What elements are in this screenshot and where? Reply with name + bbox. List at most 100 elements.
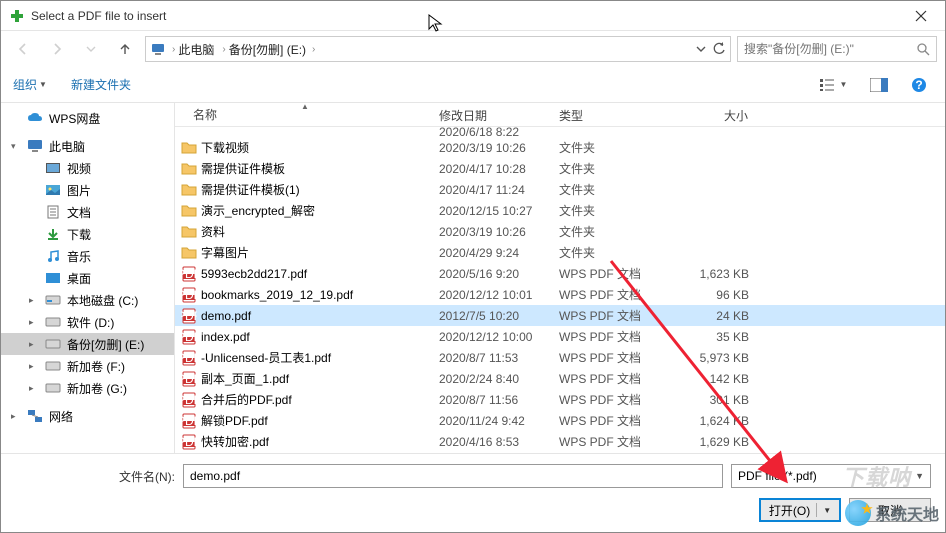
file-row[interactable]: PDF合并后的PDF.pdf2020/8/7 11:56WPS PDF 文档30… xyxy=(175,389,945,410)
file-row[interactable]: PDF快转加密.pdf2020/4/16 8:53WPS PDF 文档1,629… xyxy=(175,431,945,452)
sidebar-item-disk-e[interactable]: ▸备份[勿删] (E:) xyxy=(1,333,174,355)
file-name: 资料 xyxy=(201,223,225,240)
file-row[interactable]: PDF副本_页面_1.pdf2020/2/24 8:40WPS PDF 文档14… xyxy=(175,368,945,389)
filename-input[interactable] xyxy=(183,464,723,488)
file-row[interactable]: 下载视频2020/3/19 10:26文件夹 xyxy=(175,137,945,158)
sidebar-item-documents[interactable]: 文档 xyxy=(1,201,174,223)
sidebar-item-music[interactable]: 音乐 xyxy=(1,245,174,267)
sidebar-item-downloads[interactable]: 下载 xyxy=(1,223,174,245)
sidebar-label: 视频 xyxy=(67,160,91,177)
new-folder-button[interactable]: 新建文件夹 xyxy=(71,76,131,93)
close-button[interactable] xyxy=(901,2,941,30)
file-name: 解锁PDF.pdf xyxy=(201,412,268,429)
refresh-button[interactable] xyxy=(712,42,726,56)
file-type: 文件夹 xyxy=(553,160,673,177)
search-input[interactable] xyxy=(744,42,910,56)
sidebar-label: 本地磁盘 (C:) xyxy=(67,292,138,309)
network-icon xyxy=(27,408,43,424)
file-row[interactable]: PDFindex.pdf2020/12/12 10:00WPS PDF 文档35… xyxy=(175,326,945,347)
documents-icon xyxy=(45,204,61,220)
file-row[interactable]: 资料2020/3/19 10:26文件夹 xyxy=(175,221,945,242)
organize-menu[interactable]: 组织 ▼ xyxy=(13,76,47,93)
help-button[interactable]: ? xyxy=(905,73,933,97)
column-header-size[interactable]: 大小 xyxy=(673,103,755,126)
file-date: 2020/5/16 9:20 xyxy=(433,267,553,281)
sidebar-item-disk-f[interactable]: ▸新加卷 (F:) xyxy=(1,355,174,377)
sidebar-item-wps[interactable]: WPS网盘 xyxy=(1,107,174,129)
file-type-filter[interactable]: PDF file (*.pdf) ▼ xyxy=(731,464,931,488)
address-bar[interactable]: ›此电脑 ›备份[勿删] (E:)› xyxy=(145,36,731,62)
pdf-icon: PDF xyxy=(181,392,197,408)
forward-button[interactable] xyxy=(43,36,71,62)
desktop-icon xyxy=(45,270,61,286)
file-row[interactable]: 需提供证件模板2020/4/17 10:28文件夹 xyxy=(175,158,945,179)
file-type: 文件夹 xyxy=(553,202,673,219)
history-dropdown[interactable] xyxy=(696,44,706,54)
file-row[interactable]: 需提供证件模板(1)2020/4/17 11:24文件夹 xyxy=(175,179,945,200)
file-date: 2020/11/24 9:42 xyxy=(433,414,553,428)
sidebar-item-pictures[interactable]: 图片 xyxy=(1,179,174,201)
file-type: WPS PDF 文档 xyxy=(553,412,673,429)
music-icon xyxy=(45,248,61,264)
file-date: 2012/7/5 10:20 xyxy=(433,309,553,323)
view-list-icon xyxy=(819,78,835,92)
file-size: 1,629 KB xyxy=(673,435,755,449)
sidebar-label: 桌面 xyxy=(67,270,91,287)
file-name: index.pdf xyxy=(201,330,250,344)
sidebar-item-disk-c[interactable]: ▸本地磁盘 (C:) xyxy=(1,289,174,311)
pdf-icon: PDF xyxy=(181,329,197,345)
search-icon[interactable] xyxy=(916,42,930,56)
sidebar-item-desktop[interactable]: 桌面 xyxy=(1,267,174,289)
file-type: 文件夹 xyxy=(553,244,673,261)
file-date: 2020/8/7 11:53 xyxy=(433,351,553,365)
up-button[interactable] xyxy=(111,36,139,62)
file-size: 35 KB xyxy=(673,330,755,344)
file-row[interactable]: PDF解锁PDF.pdf2020/11/24 9:42WPS PDF 文档1,6… xyxy=(175,410,945,431)
view-mode-button[interactable]: ▼ xyxy=(813,73,853,97)
sidebar-item-thispc[interactable]: ▾此电脑 xyxy=(1,135,174,157)
watermark: 系统天地 xyxy=(845,500,939,526)
back-button[interactable] xyxy=(9,36,37,62)
file-row[interactable]: 演示_encrypted_解密2020/12/15 10:27文件夹 xyxy=(175,200,945,221)
file-row[interactable]: PDFbookmarks_2019_12_19.pdf2020/12/12 10… xyxy=(175,284,945,305)
sidebar-item-video[interactable]: 视频 xyxy=(1,157,174,179)
sidebar-label: 软件 (D:) xyxy=(67,314,114,331)
file-name: 下载视频 xyxy=(201,139,249,156)
folder-icon xyxy=(181,161,197,177)
arrow-right-icon xyxy=(49,41,65,57)
arrow-up-icon xyxy=(117,41,133,57)
column-header-type[interactable]: 类型 xyxy=(553,103,673,126)
sidebar-item-network[interactable]: ▸网络 xyxy=(1,405,174,427)
sidebar-item-disk-d[interactable]: ▸软件 (D:) xyxy=(1,311,174,333)
svg-text:PDF: PDF xyxy=(181,351,197,365)
file-row[interactable]: 字幕图片2020/4/29 9:24文件夹 xyxy=(175,242,945,263)
search-box[interactable] xyxy=(737,36,937,62)
pdf-icon: PDF xyxy=(181,434,197,450)
sidebar-label: 新加卷 (F:) xyxy=(67,358,125,375)
sidebar-item-disk-g[interactable]: ▸新加卷 (G:) xyxy=(1,377,174,399)
chevron-down-icon: ▼ xyxy=(823,506,831,515)
column-header-date[interactable]: 修改日期 xyxy=(433,103,553,126)
chevron-down-icon xyxy=(696,44,706,54)
filter-label: PDF file (*.pdf) xyxy=(738,469,817,483)
sidebar-label: 新加卷 (G:) xyxy=(67,380,127,397)
preview-pane-button[interactable] xyxy=(865,73,893,97)
recent-dropdown[interactable] xyxy=(77,36,105,62)
breadcrumb-item[interactable]: ›此电脑 xyxy=(170,41,216,58)
file-list[interactable]: 2020/6/18 8:22 下载视频2020/3/19 10:26文件夹需提供… xyxy=(175,127,945,453)
file-row[interactable]: PDF-Unlicensed-员工表1.pdf2020/8/7 11:53WPS… xyxy=(175,347,945,368)
file-row[interactable]: PDF5993ecb2dd217.pdf2020/5/16 9:20WPS PD… xyxy=(175,263,945,284)
sidebar: WPS网盘 ▾此电脑 视频 图片 文档 下载 音乐 桌面 ▸本地磁盘 (C:) … xyxy=(1,103,175,453)
folder-icon xyxy=(181,182,197,198)
app-icon xyxy=(9,8,25,24)
breadcrumb-item[interactable]: ›备份[勿删] (E:)› xyxy=(220,41,317,58)
sidebar-label: 备份[勿删] (E:) xyxy=(67,336,144,353)
pdf-icon: PDF xyxy=(181,266,197,282)
file-date: 2020/4/17 10:28 xyxy=(433,162,553,176)
file-row[interactable]: PDFdemo.pdf2012/7/5 10:20WPS PDF 文档24 KB xyxy=(175,305,945,326)
navbar: ›此电脑 ›备份[勿删] (E:)› xyxy=(1,31,945,67)
open-button[interactable]: 打开(O) ▼ xyxy=(759,498,841,522)
file-panel: ▲ 名称 修改日期 类型 大小 2020/6/18 8:22 下载视频2020/… xyxy=(175,103,945,453)
cloud-icon xyxy=(27,110,43,126)
file-type: WPS PDF 文档 xyxy=(553,307,673,324)
